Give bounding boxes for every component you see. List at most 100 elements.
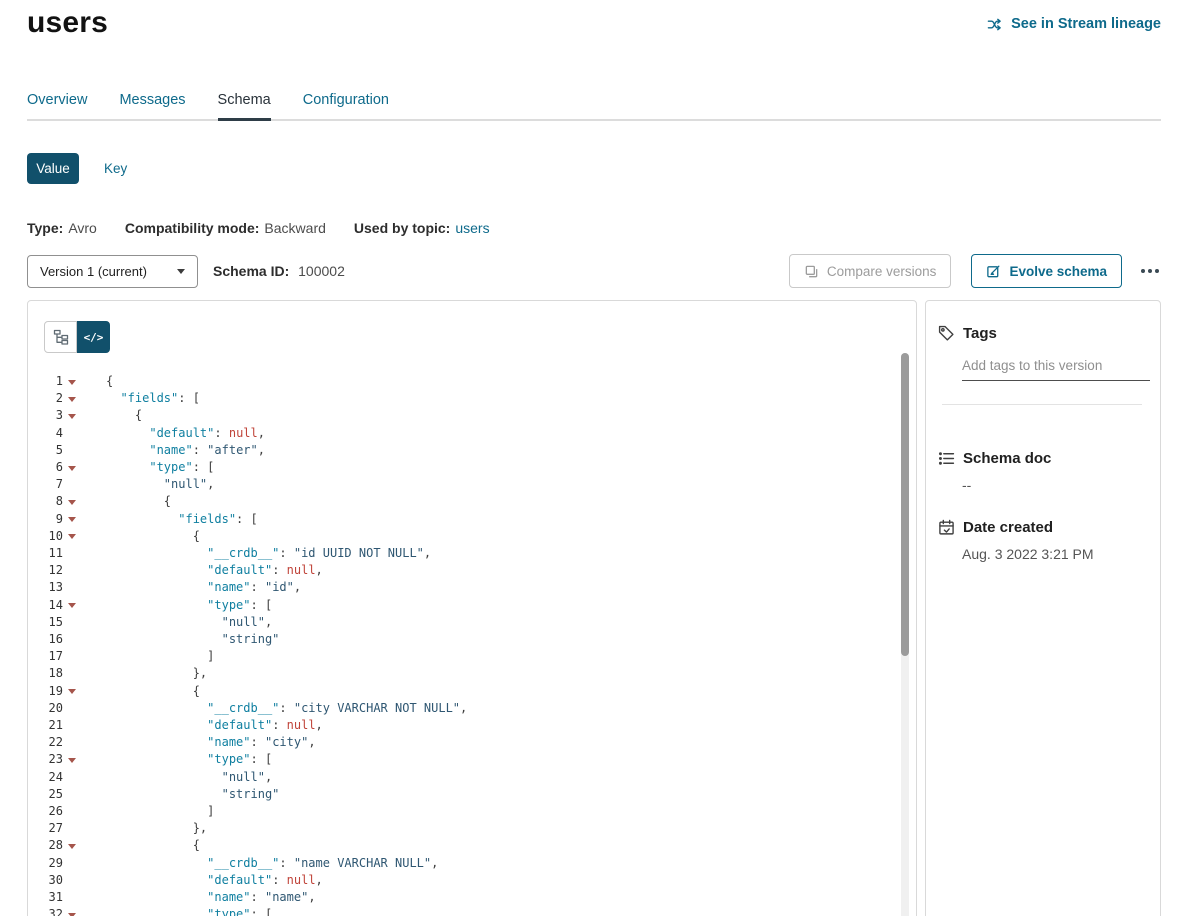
fold-spacer xyxy=(63,562,81,579)
fold-toggle-icon[interactable] xyxy=(63,751,81,768)
tab-label: Messages xyxy=(119,92,185,108)
tab-label: Configuration xyxy=(303,92,389,108)
line-number: 15 xyxy=(28,614,63,631)
evolve-schema-button[interactable]: Evolve schema xyxy=(971,254,1122,288)
code-text: "default": null, xyxy=(81,872,323,889)
code-line: 6 "type": [ xyxy=(28,459,916,476)
fold-spacer xyxy=(63,425,81,442)
line-number: 24 xyxy=(28,769,63,786)
date-created-title: Date created xyxy=(963,519,1053,536)
code-text: "null", xyxy=(81,614,272,631)
code-line: 27 }, xyxy=(28,820,916,837)
code-text: }, xyxy=(81,820,207,837)
schema-id: Schema ID: 100002 xyxy=(213,263,345,279)
line-number: 13 xyxy=(28,579,63,596)
fold-toggle-icon[interactable] xyxy=(63,511,81,528)
code-text: "type": [ xyxy=(81,751,272,768)
fold-spacer xyxy=(63,803,81,820)
code-line: 1{ xyxy=(28,373,916,390)
compare-versions-button[interactable]: Compare versions xyxy=(789,254,952,288)
code-text: "name": "city", xyxy=(81,734,316,751)
fold-toggle-icon[interactable] xyxy=(63,407,81,424)
fold-spacer xyxy=(63,769,81,786)
code-text: { xyxy=(81,373,113,390)
list-icon xyxy=(938,450,955,467)
stream-lineage-link[interactable]: See in Stream lineage xyxy=(986,16,1161,32)
line-number: 22 xyxy=(28,734,63,751)
tree-view-button[interactable] xyxy=(44,321,77,353)
code-line: 23 "type": [ xyxy=(28,751,916,768)
value-toggle-button[interactable]: Value xyxy=(27,153,79,184)
tab-label: Overview xyxy=(27,92,87,108)
more-options-button[interactable] xyxy=(1139,263,1161,279)
fold-toggle-icon[interactable] xyxy=(63,493,81,510)
fold-toggle-icon[interactable] xyxy=(63,528,81,545)
tab-schema[interactable]: Schema xyxy=(218,86,271,119)
code-line: 28 { xyxy=(28,837,916,854)
schema-details-content: Tags Schema doc -- xyxy=(926,301,1160,562)
code-line: 13 "name": "id", xyxy=(28,579,916,596)
code-line: 9 "fields": [ xyxy=(28,511,916,528)
line-number: 10 xyxy=(28,528,63,545)
stream-lineage-label: See in Stream lineage xyxy=(1011,16,1161,32)
code-view-button[interactable]: </> xyxy=(77,321,110,353)
fold-toggle-icon[interactable] xyxy=(63,597,81,614)
code-line: 15 "null", xyxy=(28,614,916,631)
fold-spacer xyxy=(63,820,81,837)
code-line: 7 "null", xyxy=(28,476,916,493)
date-created-value: Aug. 3 2022 3:21 PM xyxy=(962,546,1148,562)
fold-toggle-icon[interactable] xyxy=(63,373,81,390)
schema-doc-title: Schema doc xyxy=(963,450,1051,467)
line-number: 20 xyxy=(28,700,63,717)
code-line: 30 "default": null, xyxy=(28,872,916,889)
code-line: 29 "__crdb__": "name VARCHAR NULL", xyxy=(28,855,916,872)
type-label: Type: xyxy=(27,220,63,236)
fold-spacer xyxy=(63,786,81,803)
line-number: 12 xyxy=(28,562,63,579)
code-line: 3 { xyxy=(28,407,916,424)
add-tags-input[interactable] xyxy=(962,356,1150,381)
code-line: 31 "name": "name", xyxy=(28,889,916,906)
code-text: "__crdb__": "name VARCHAR NULL", xyxy=(81,855,438,872)
topic-link[interactable]: users xyxy=(455,220,489,236)
tab-overview[interactable]: Overview xyxy=(27,86,87,119)
fold-spacer xyxy=(63,734,81,751)
code-line: 19 { xyxy=(28,683,916,700)
line-number: 9 xyxy=(28,511,63,528)
line-number: 29 xyxy=(28,855,63,872)
compare-versions-label: Compare versions xyxy=(827,264,937,279)
code-text: ] xyxy=(81,803,214,820)
line-number: 7 xyxy=(28,476,63,493)
code-line: 25 "string" xyxy=(28,786,916,803)
fold-spacer xyxy=(63,700,81,717)
code-editor[interactable]: 1{2 "fields": [3 {4 "default": null,5 "n… xyxy=(28,373,916,916)
used-by-topic-label: Used by topic: xyxy=(354,220,450,236)
fold-spacer xyxy=(63,579,81,596)
fold-toggle-icon[interactable] xyxy=(63,837,81,854)
version-select[interactable]: Version 1 (current) xyxy=(27,255,198,288)
code-line: 22 "name": "city", xyxy=(28,734,916,751)
schema-doc-section-header: Schema doc xyxy=(938,450,1148,467)
line-number: 19 xyxy=(28,683,63,700)
code-text: "name": "id", xyxy=(81,579,301,596)
fold-spacer xyxy=(63,442,81,459)
tab-messages[interactable]: Messages xyxy=(119,86,185,119)
fold-toggle-icon[interactable] xyxy=(63,683,81,700)
vertical-scrollbar[interactable] xyxy=(901,353,909,916)
fold-spacer xyxy=(63,717,81,734)
line-number: 23 xyxy=(28,751,63,768)
line-number: 17 xyxy=(28,648,63,665)
scrollbar-thumb[interactable] xyxy=(901,353,909,656)
fold-toggle-icon[interactable] xyxy=(63,906,81,916)
copy-icon xyxy=(804,264,819,279)
fold-toggle-icon[interactable] xyxy=(63,459,81,476)
tab-configuration[interactable]: Configuration xyxy=(303,86,389,119)
code-text: "name": "name", xyxy=(81,889,316,906)
code-view-icon: </> xyxy=(84,331,104,344)
value-key-toggle: Value Key xyxy=(27,153,127,184)
fold-toggle-icon[interactable] xyxy=(63,390,81,407)
tags-title: Tags xyxy=(963,325,997,342)
key-toggle-button[interactable]: Key xyxy=(104,161,127,176)
fold-spacer xyxy=(63,614,81,631)
compatibility-label: Compatibility mode: xyxy=(125,220,260,236)
